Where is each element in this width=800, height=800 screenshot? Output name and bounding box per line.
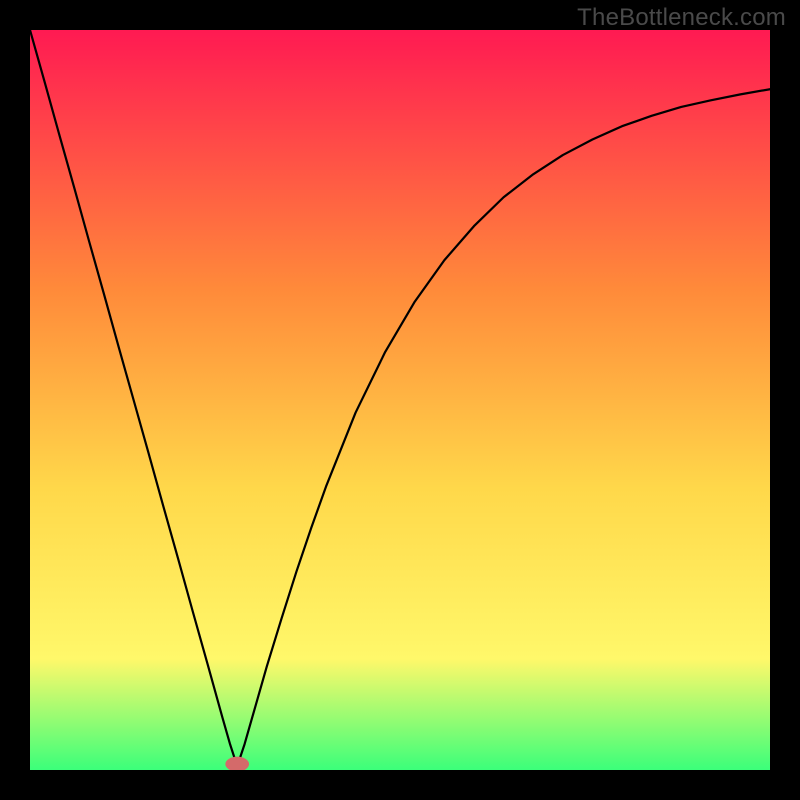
watermark-text: TheBottleneck.com — [577, 4, 786, 32]
bottleneck-chart — [30, 30, 770, 770]
plot-background — [30, 30, 770, 770]
chart-frame: TheBottleneck.com — [0, 0, 800, 800]
